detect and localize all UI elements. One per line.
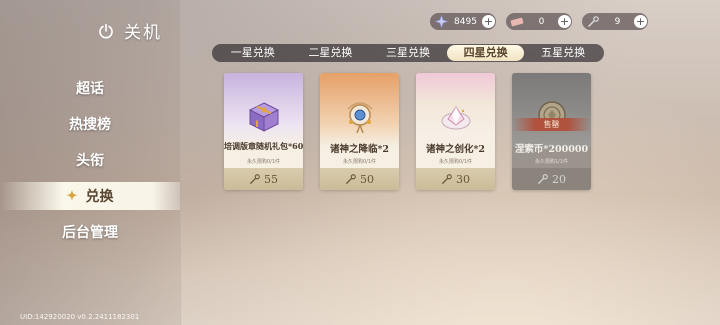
currency-key: 9 +	[582, 13, 648, 30]
key-icon	[345, 173, 356, 184]
price-value: 30	[456, 172, 470, 186]
card-item-name: 诸神之创化*2	[425, 144, 486, 155]
add-key-button[interactable]: +	[634, 15, 647, 28]
currency-value: 0	[538, 16, 545, 27]
item-card[interactable]: 培调版章随机礼包*60 永久限购0/1件 55	[224, 73, 303, 190]
sidebar-item-label: 超话	[76, 81, 104, 97]
tab-one-star[interactable]: 一星兑换	[214, 45, 292, 61]
sidebar-nav: 超话 热搜榜 头衔 ✦ 兑换 后台管理	[0, 70, 180, 250]
add-crystal-button[interactable]: +	[482, 15, 495, 28]
key-icon	[441, 173, 452, 184]
card-item-name: 诸神之降临*2	[329, 144, 390, 155]
sidebar-item-exchange[interactable]: ✦ 兑换	[0, 182, 180, 210]
card-price: 30	[416, 168, 495, 190]
currency-ticket: 0 +	[506, 13, 572, 30]
ticket-icon	[509, 14, 525, 30]
key-icon	[249, 173, 260, 184]
card-item-name: 涅索币*200000	[514, 144, 589, 155]
gift-box-icon	[248, 102, 279, 132]
item-card[interactable]: 诸神之降临*2 永久限购0/1件 50	[320, 73, 399, 190]
sidebar-item-label: 后台管理	[62, 225, 118, 241]
uid-version-text: UID:142920020 v0.2.2411182301	[20, 313, 140, 321]
card-purchase-limit: 永久限购0/1件	[246, 159, 281, 165]
sidebar-item-label: 兑换	[85, 189, 114, 205]
sidebar-item-label: 热搜榜	[69, 117, 111, 133]
sidebar-item-hot-search[interactable]: 热搜榜	[0, 106, 180, 142]
price-value: 20	[552, 172, 566, 186]
card-purchase-limit: 永久限购0/1件	[438, 159, 473, 165]
card-purchase-limit: 永久限购0/1件	[342, 159, 377, 165]
tab-three-star[interactable]: 三星兑换	[369, 45, 447, 61]
tab-four-star[interactable]: 四星兑换	[446, 45, 525, 61]
shutdown-button[interactable]: 关机	[98, 18, 162, 43]
power-icon	[99, 23, 113, 38]
item-card[interactable]: 售罄 涅索币*200000 永久限购1/1件 20	[512, 73, 591, 190]
crystal-stone-icon	[441, 106, 470, 130]
price-value: 50	[360, 172, 374, 186]
item-card[interactable]: 诸神之创化*2 永久限购0/1件 30	[416, 73, 495, 190]
sidebar-item-label: 头衔	[76, 153, 104, 169]
currency-value: 8495	[454, 16, 477, 27]
sidebar-item-admin[interactable]: 后台管理	[0, 214, 180, 250]
card-price: 20	[512, 168, 591, 190]
currency-crystal: 8495 +	[430, 13, 496, 30]
card-price: 50	[320, 168, 399, 190]
shutdown-label: 关机	[124, 23, 162, 43]
add-ticket-button[interactable]: +	[558, 15, 571, 28]
sold-out-badge: 售罄	[512, 118, 591, 131]
key-icon	[537, 173, 548, 184]
card-item-name: 培调版章随机礼包*60	[224, 141, 303, 151]
crystal-icon	[433, 14, 449, 30]
sparkle-icon: ✦	[66, 188, 78, 204]
tab-five-star[interactable]: 五星兑换	[524, 45, 602, 61]
currency-bar: 8495 + 0 + 9 +	[430, 13, 648, 30]
currency-value: 9	[614, 16, 621, 27]
price-value: 55	[264, 172, 278, 186]
card-price: 55	[224, 168, 303, 190]
item-card-list: 培调版章随机礼包*60 永久限购0/1件 55 诸神之降临*2 永久限购0/1件…	[224, 73, 591, 190]
key-icon	[585, 14, 601, 30]
sidebar-item-titles[interactable]: 头衔	[0, 142, 180, 178]
sidebar: 关机 超话 热搜榜 头衔 ✦ 兑换 后台管理 UID:142920020 v0.2…	[0, 0, 181, 325]
exchange-tabs: 一星兑换 二星兑换 三星兑换 四星兑换 五星兑换	[212, 44, 604, 62]
sidebar-item-topics[interactable]: 超话	[0, 70, 180, 106]
card-purchase-limit: 永久限购1/1件	[534, 159, 569, 165]
tab-two-star[interactable]: 二星兑换	[292, 45, 370, 61]
ornament-icon	[346, 102, 373, 134]
